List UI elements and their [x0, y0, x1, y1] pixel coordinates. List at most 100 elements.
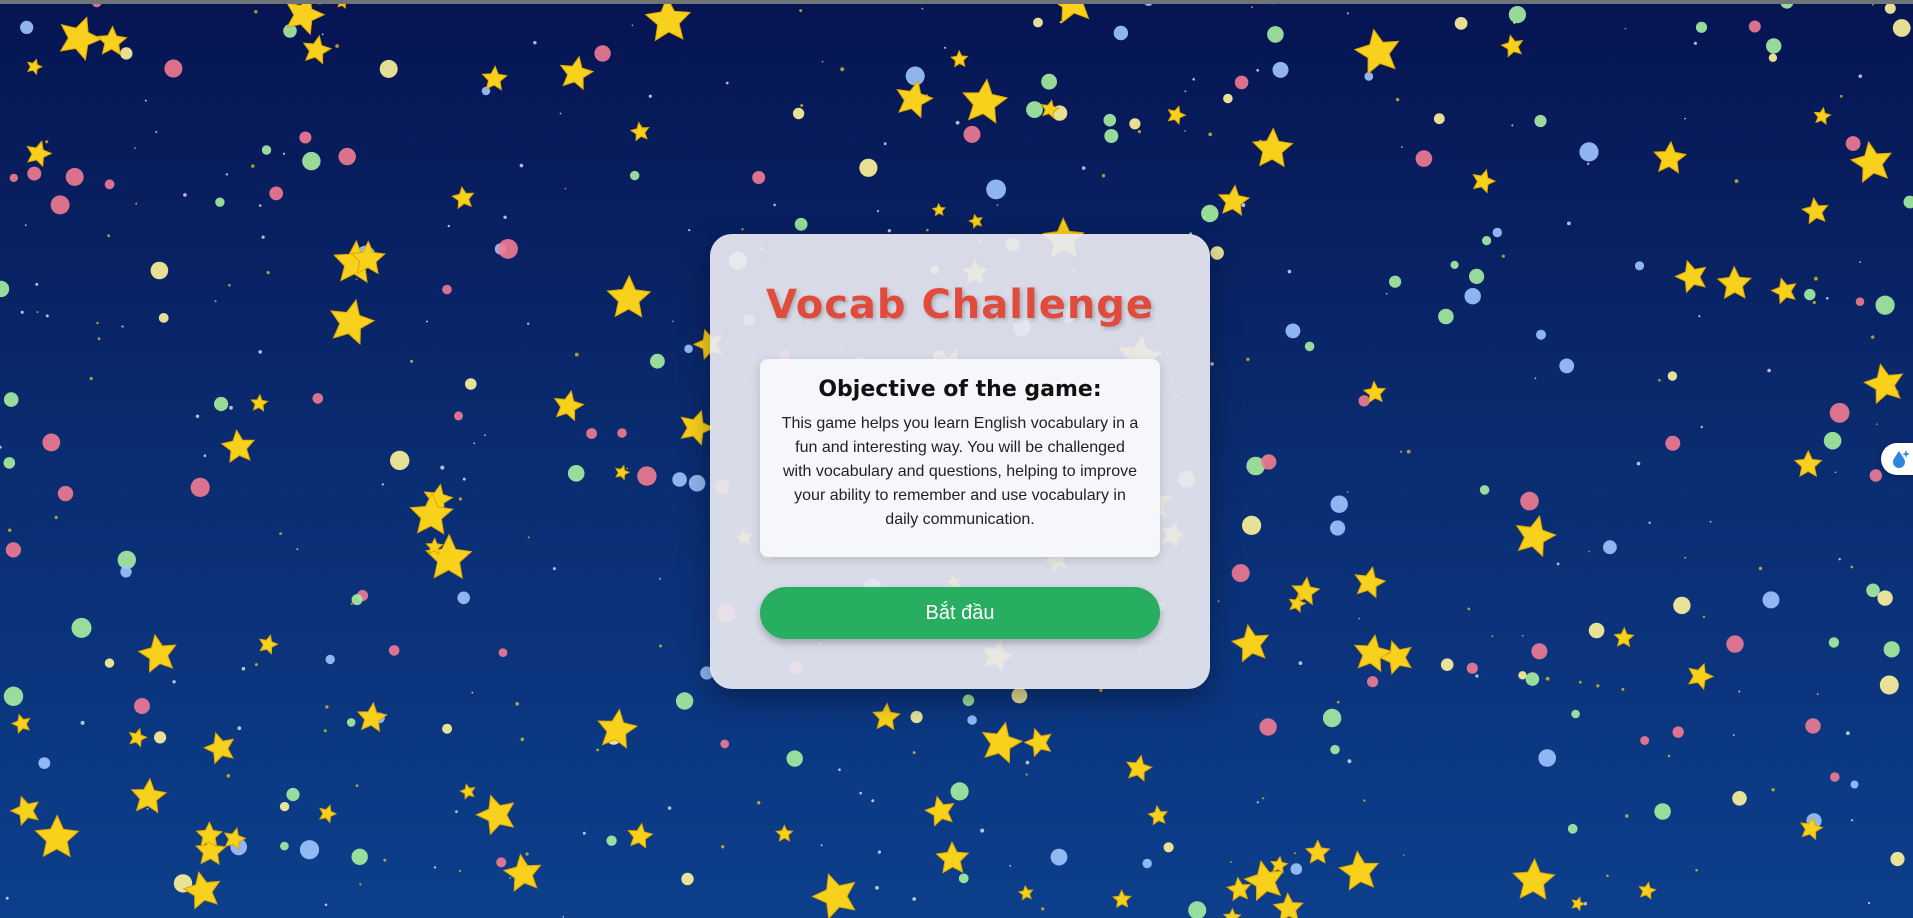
- confetti-dot: [269, 186, 284, 201]
- confetti-dot: [1768, 53, 1778, 62]
- twinkle-dot: [258, 350, 263, 354]
- confetti-dot: [1438, 308, 1454, 325]
- confetti-dot: [498, 648, 508, 657]
- twinkle-dot: [1256, 801, 1259, 804]
- star-icon: [1512, 857, 1556, 900]
- confetti-dot: [794, 217, 808, 231]
- confetti-dot: [586, 428, 597, 439]
- star-icon: [1653, 140, 1688, 174]
- twinkle-dot: [359, 883, 362, 886]
- confetti-dot: [684, 344, 693, 354]
- star-icon: [26, 140, 53, 168]
- twinkle-dot: [237, 726, 242, 731]
- confetti-dot: [1520, 491, 1539, 511]
- confetti-dot: [672, 472, 687, 487]
- twinkle-dot: [1838, 558, 1841, 561]
- twinkle-dot: [820, 844, 823, 847]
- twinkle-dot: [325, 705, 329, 709]
- confetti-dot: [38, 757, 51, 769]
- twinkle-dot: [458, 869, 462, 873]
- confetti-dot: [1163, 842, 1174, 853]
- confetti-dot: [1892, 19, 1911, 37]
- confetti-dot: [351, 594, 363, 606]
- confetti-dot: [302, 151, 321, 171]
- star-icon: [318, 804, 338, 824]
- star-icon: [451, 185, 475, 210]
- side-widget[interactable]: [1881, 443, 1913, 475]
- twinkle-dot: [1667, 754, 1671, 758]
- twinkle-dot: [410, 359, 414, 363]
- confetti-dot: [1890, 851, 1905, 867]
- twinkle-dot: [1041, 907, 1045, 911]
- confetti-dot: [1267, 26, 1284, 43]
- confetti-dot: [1673, 596, 1691, 615]
- star-icon: [1269, 855, 1289, 875]
- twinkle-dot: [659, 644, 662, 648]
- twinkle-dot: [266, 271, 270, 275]
- confetti-dot: [1469, 268, 1485, 284]
- confetti-dot: [1726, 635, 1744, 653]
- twinkle-dot: [279, 532, 282, 535]
- twinkle-dot: [552, 567, 556, 571]
- confetti-dot: [1804, 288, 1816, 301]
- confetti-dot: [1050, 848, 1068, 866]
- star-icon: [1801, 196, 1829, 225]
- confetti-dot: [1830, 772, 1840, 782]
- twinkle-dot: [45, 314, 49, 318]
- twinkle-dot: [1101, 174, 1106, 178]
- confetti-dot: [681, 872, 694, 886]
- confetti-dot: [786, 750, 803, 767]
- twinkle-dot: [1025, 760, 1030, 765]
- twinkle-dot: [1210, 362, 1214, 366]
- star-icon: [502, 853, 542, 893]
- confetti-dot: [1805, 718, 1821, 734]
- twinkle-dot: [840, 67, 845, 72]
- twinkle-dot: [1009, 864, 1012, 867]
- twinkle-dot: [383, 858, 387, 862]
- confetti-dot: [1113, 25, 1129, 41]
- confetti-dot: [1883, 641, 1900, 658]
- confetti-dot: [567, 465, 585, 482]
- twinkle-dot: [503, 215, 507, 219]
- confetti-dot: [1234, 75, 1249, 90]
- confetti-dot: [1231, 564, 1250, 583]
- twinkle-dot: [1347, 759, 1352, 764]
- twinkle-dot: [225, 173, 229, 176]
- twinkle-dot: [1596, 684, 1600, 688]
- star-icon: [614, 464, 631, 481]
- confetti-dot: [1330, 520, 1346, 536]
- objective-box: Objective of the game: This game helps y…: [760, 359, 1160, 557]
- confetti-dot: [0, 280, 10, 298]
- confetti-dot: [496, 857, 507, 868]
- twinkle-dot: [135, 202, 138, 205]
- star-icon: [1638, 881, 1657, 900]
- confetti-dot: [1828, 637, 1840, 648]
- confetti-dot: [1464, 288, 1481, 305]
- confetti-dot: [154, 731, 167, 744]
- star-icon: [872, 702, 902, 731]
- confetti-dot: [1492, 227, 1503, 238]
- twinkle-dot: [1358, 617, 1361, 620]
- confetti-dot: [312, 393, 324, 404]
- star-icon: [128, 727, 148, 748]
- twinkle-dot: [1402, 854, 1405, 857]
- star-icon: [559, 55, 595, 91]
- confetti-dot: [675, 692, 694, 710]
- twinkle-dot: [626, 467, 629, 470]
- start-button[interactable]: Bắt đầu: [760, 587, 1160, 639]
- twinkle-dot: [426, 320, 428, 323]
- star-icon: [250, 393, 269, 412]
- twinkle-dot: [0, 445, 2, 449]
- confetti-dot: [1188, 901, 1207, 918]
- twinkle-dot: [254, 663, 258, 667]
- confetti-dot: [1866, 583, 1880, 598]
- twinkle-dot: [1491, 635, 1494, 638]
- confetti-dot: [1538, 749, 1556, 767]
- confetti-dot: [120, 566, 132, 578]
- confetti-dot: [338, 147, 356, 166]
- confetti-dot: [1358, 395, 1370, 407]
- confetti-dot: [299, 840, 320, 860]
- twinkle-dot: [1298, 661, 1303, 665]
- confetti-dot: [1033, 17, 1043, 28]
- twinkle-dot: [509, 877, 512, 879]
